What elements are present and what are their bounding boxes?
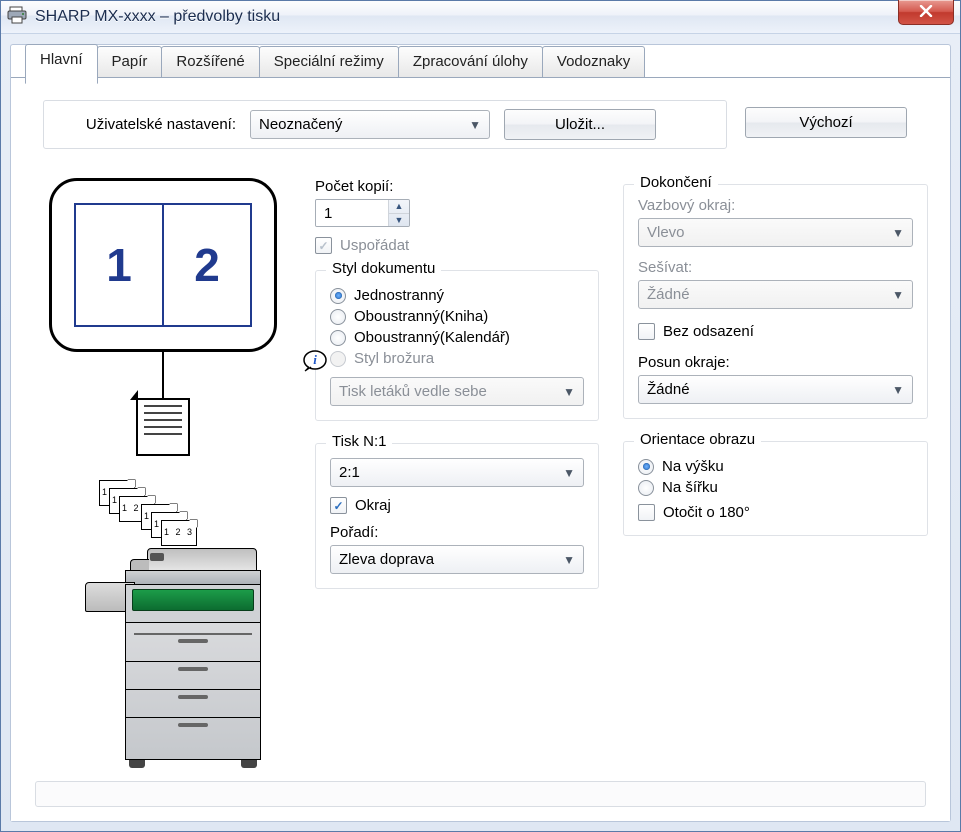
staple-value: Žádné (647, 286, 690, 303)
chevron-down-icon: ▼ (892, 226, 904, 240)
copies-label: Počet kopií: (315, 178, 599, 195)
printer-illustration (85, 548, 261, 768)
preview-note-icon (136, 398, 190, 456)
user-settings-row: Uživatelské nastavení: Neoznačený ▼ Ulož… (43, 100, 727, 149)
tab-job[interactable]: Zpracování úlohy (398, 46, 543, 77)
spinner-up-icon[interactable]: ▲ (389, 200, 409, 213)
close-icon (919, 4, 933, 21)
collate-checkbox: ✓ Uspořádat (315, 237, 599, 254)
document-style-group: Styl dokumentu Jednostranný Oboustranný(… (315, 270, 599, 421)
tab-special[interactable]: Speciální režimy (259, 46, 399, 77)
docstyle-brochure-radio: i Styl brožura (330, 350, 584, 367)
preview-paper: 1 2 (49, 178, 277, 352)
docstyle-single-radio[interactable]: Jednostranný (330, 287, 584, 304)
brochure-combo: Tisk letáků vedle sebe ▼ (330, 377, 584, 406)
title-bar: SHARP MX-xxxx – předvolby tisku (1, 1, 960, 34)
copies-spinner[interactable]: 1 ▲ ▼ (315, 199, 410, 227)
staple-select: Žádné ▼ (638, 280, 913, 309)
preview-column: 1 2 1 2 3 1 2 3 1 2 3 1 2 3 1 2 3 1 2 3 (35, 178, 291, 803)
user-settings-label: Uživatelské nastavení: (58, 116, 236, 133)
nup-order-value: Zleva doprava (339, 551, 434, 568)
brochure-combo-value: Tisk letáků vedle sebe (339, 383, 487, 400)
copies-value: 1 (316, 200, 388, 226)
chevron-down-icon: ▼ (469, 118, 481, 132)
nup-border-checkbox[interactable]: ✓Okraj (330, 497, 584, 514)
rotate-180-checkbox[interactable]: ✓Otočit o 180° (638, 504, 913, 521)
binding-edge-label: Vazbový okraj: (638, 197, 913, 214)
nup-value: 2:1 (339, 464, 360, 481)
tab-main[interactable]: Hlavní (25, 44, 98, 84)
status-strip (35, 781, 926, 807)
nup-order-label: Pořadí: (330, 524, 584, 541)
chevron-down-icon: ▼ (892, 383, 904, 397)
binding-edge-value: Vlevo (647, 224, 685, 241)
nup-select[interactable]: 2:1 ▼ (330, 458, 584, 487)
nup-group: Tisk N:1 2:1 ▼ ✓Okraj Pořadí: Zleva dopr… (315, 443, 599, 589)
chevron-down-icon: ▼ (563, 466, 575, 480)
finish-column: Dokončení Vazbový okraj: Vlevo ▼ Sešívat… (623, 178, 928, 803)
margin-shift-value: Žádné (647, 381, 690, 398)
margin-shift-label: Posun okraje: (638, 354, 913, 371)
dialog-body: Hlavní Papír Rozšířené Speciální režimy … (10, 44, 951, 822)
docstyle-calendar-radio[interactable]: Oboustranný(Kalendář) (330, 329, 584, 346)
user-settings-value: Neoznačený (259, 116, 342, 133)
preview-page-2: 2 (162, 205, 250, 325)
user-settings-select[interactable]: Neoznačený ▼ (250, 110, 490, 139)
preview-page-1: 1 (76, 205, 162, 325)
nup-order-select[interactable]: Zleva doprava ▼ (330, 545, 584, 574)
svg-text:i: i (313, 352, 317, 367)
binding-edge-select: Vlevo ▼ (638, 218, 913, 247)
finishing-legend: Dokončení (634, 174, 718, 191)
tab-water[interactable]: Vodoznaky (542, 46, 645, 77)
printer-icon (7, 6, 27, 28)
close-button[interactable] (898, 0, 954, 25)
chevron-down-icon: ▼ (892, 288, 904, 302)
window-title: SHARP MX-xxxx – předvolby tisku (35, 8, 280, 26)
tab-page-main: Uživatelské nastavení: Neoznačený ▼ Ulož… (11, 77, 950, 821)
orientation-legend: Orientace obrazu (634, 431, 761, 448)
tab-paper[interactable]: Papír (97, 46, 163, 77)
copies-block: Počet kopií: 1 ▲ ▼ ✓ Uspořádat (315, 178, 599, 254)
chevron-down-icon: ▼ (563, 385, 575, 399)
save-button[interactable]: Uložit... (504, 109, 656, 140)
no-offset-checkbox[interactable]: ✓Bez odsazení (638, 323, 913, 340)
tab-strip: Hlavní Papír Rozšířené Speciální režimy … (25, 44, 644, 78)
finishing-group: Dokončení Vazbový okraj: Vlevo ▼ Sešívat… (623, 184, 928, 419)
margin-shift-select[interactable]: Žádné ▼ (638, 375, 913, 404)
orientation-landscape-radio[interactable]: Na šířku (638, 479, 913, 496)
options-column: Počet kopií: 1 ▲ ▼ ✓ Uspořádat Styl d (315, 178, 599, 803)
docstyle-book-radio[interactable]: Oboustranný(Kniha) (330, 308, 584, 325)
chevron-down-icon: ▼ (563, 553, 575, 567)
nup-legend: Tisk N:1 (326, 433, 392, 450)
orientation-portrait-radio[interactable]: Na výšku (638, 458, 913, 475)
defaults-button[interactable]: Výchozí (745, 107, 907, 138)
orientation-group: Orientace obrazu Na výšku Na šířku ✓Otoč… (623, 441, 928, 536)
spinner-down-icon[interactable]: ▼ (389, 213, 409, 227)
staple-label: Sešívat: (638, 259, 913, 276)
info-icon: i (302, 350, 328, 372)
collate-preview-icon: 1 2 3 1 2 3 1 2 3 1 2 3 1 2 3 1 2 3 (99, 480, 195, 536)
tab-advanced[interactable]: Rozšířené (161, 46, 259, 77)
document-style-legend: Styl dokumentu (326, 260, 441, 277)
